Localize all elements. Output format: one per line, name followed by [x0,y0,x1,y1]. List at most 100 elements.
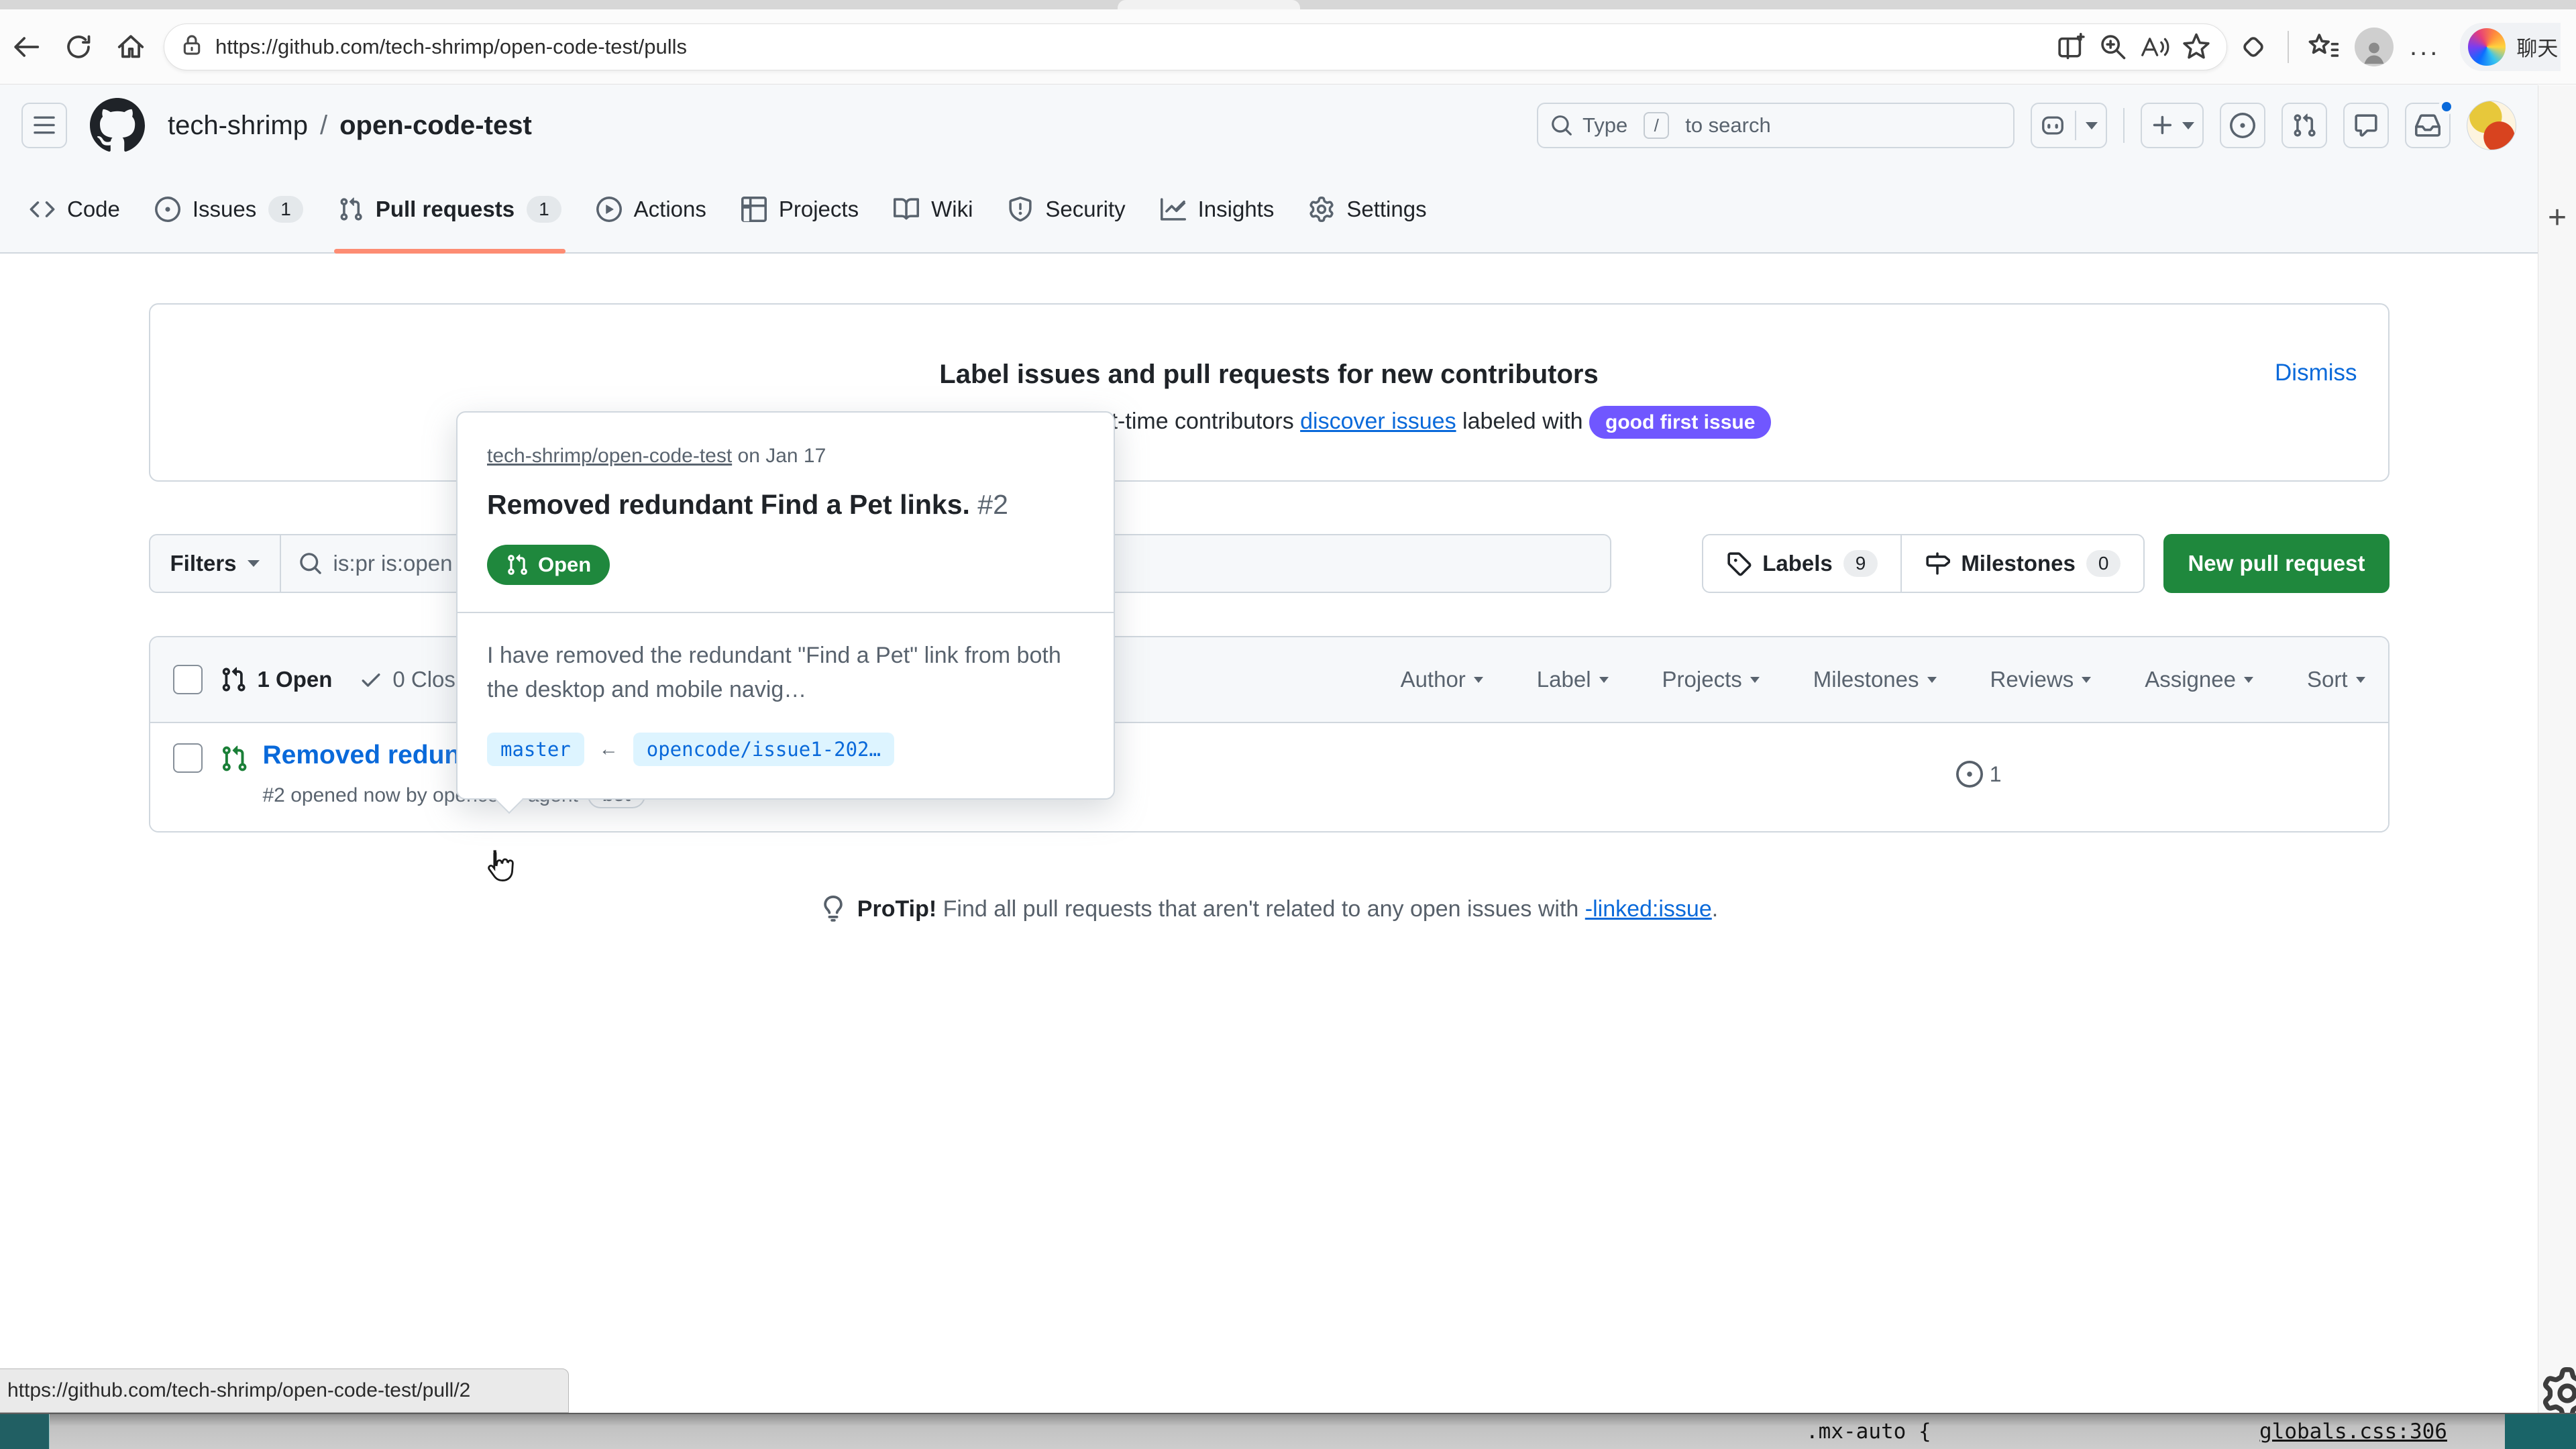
git-pull-request-icon [338,197,364,222]
url-text[interactable]: https://github.com/tech-shrimp/open-code… [215,35,2051,59]
state-label: Open [538,553,591,577]
projects-filter[interactable]: Projects [1662,667,1760,692]
tab-label: Issues [193,197,256,222]
issues-header-button[interactable] [2220,103,2265,148]
head-branch-label[interactable]: opencode/issue1-202… [633,733,894,766]
css-file-reference[interactable]: globals.css:306 [2259,1419,2447,1444]
search-query: is:pr is:open [333,551,453,576]
active-tab-edge[interactable] [1118,0,1300,9]
code-icon [30,197,55,222]
filters-dropdown-button[interactable]: Filters [150,535,281,592]
linked-issue-query-link[interactable]: -linked:issue [1585,896,1712,922]
tab-projects[interactable]: Projects [724,166,876,252]
chevron-down-icon [1750,677,1760,683]
breadcrumb-owner[interactable]: tech-shrimp [168,111,308,141]
tab-code[interactable]: Code [12,166,138,252]
search-input[interactable]: Type / to search [1537,103,2015,148]
labels-count: 9 [1843,550,1878,577]
milestones-label: Milestones [1961,551,2076,576]
browser-profile-avatar[interactable] [2355,28,2394,66]
label-filter[interactable]: Label [1537,667,1609,692]
browser-menu-icon[interactable]: ... [2399,32,2451,62]
extensions-icon[interactable] [2227,21,2279,73]
reviews-filter[interactable]: Reviews [1990,667,2092,692]
tab-security[interactable]: Security [990,166,1142,252]
linked-issue-count[interactable]: 1 [1956,761,2002,788]
copilot-github-icon [2040,113,2065,138]
split-screen-icon[interactable] [2051,26,2092,68]
sort-filter[interactable]: Sort [2307,667,2365,692]
milestone-icon [1925,551,1950,576]
copilot-button[interactable]: 聊天 [2460,23,2561,71]
browser-chrome: https://github.com/tech-shrimp/open-code… [0,0,2576,85]
tab-label: Projects [779,197,859,222]
copilot-menu-button[interactable] [2031,103,2107,148]
labels-button[interactable]: Labels 9 [1703,535,1900,592]
tab-wiki[interactable]: Wiki [876,166,990,252]
shield-icon [1008,197,1033,222]
hamburger-button[interactable] [21,103,67,148]
plus-icon [2150,113,2176,138]
issue-opened-icon [1956,761,1983,788]
sidebar-gear-icon[interactable] [2541,1367,2576,1419]
collections-icon[interactable] [2297,21,2349,73]
row-checkbox[interactable] [173,743,203,773]
create-new-button[interactable] [2141,103,2204,148]
search-icon [299,551,323,576]
github-logo[interactable] [90,98,145,153]
tab-insights[interactable]: Insights [1143,166,1292,252]
read-aloud-icon[interactable] [2134,26,2176,68]
git-pull-request-open-icon [220,745,248,773]
chevron-down-icon [1474,677,1483,683]
good-first-issue-badge[interactable]: good first issue [1589,406,1771,439]
select-all-checkbox[interactable] [173,665,203,694]
background-window-bar: .mx-auto { globals.css:306 [0,1413,2576,1449]
base-branch-label[interactable]: master [487,733,584,766]
assignee-filter[interactable]: Assignee [2145,667,2253,692]
home-button[interactable] [105,21,157,73]
author-filter[interactable]: Author [1401,667,1483,692]
link-status-tooltip: https://github.com/tech-shrimp/open-code… [0,1368,569,1413]
chevron-down-icon [2182,122,2194,129]
pull-requests-header-button[interactable] [2282,103,2327,148]
tab-label: Actions [634,197,706,222]
graph-icon [1161,197,1186,222]
issue-opened-icon [2230,113,2255,138]
tab-pull-requests[interactable]: Pull requests1 [321,166,579,252]
hovercard-title-text[interactable]: Removed redundant Find a Pet links. [487,489,970,520]
dismiss-link[interactable]: Dismiss [2275,360,2357,386]
milestones-filter[interactable]: Milestones [1813,667,1937,692]
hovercard-repo-link[interactable]: tech-shrimp/open-code-test [487,445,732,467]
toolbar-right: ... 聊天 [2227,21,2561,73]
discover-issues-link[interactable]: discover issues [1300,409,1456,434]
copilot-label: 聊天 [2516,32,2558,62]
linked-count: 1 [1990,762,2002,787]
tab-issues[interactable]: Issues1 [138,166,321,252]
chevron-down-icon [2356,677,2365,683]
project-icon [741,197,767,222]
milestones-button[interactable]: Milestones 0 [1900,535,2143,592]
user-avatar[interactable] [2467,101,2516,150]
add-sidebar-item-icon[interactable]: + [2548,199,2567,236]
tab-settings[interactable]: Settings [1291,166,1444,252]
chevron-down-icon [2244,677,2253,683]
refresh-button[interactable] [52,21,105,73]
discussions-header-button[interactable] [2343,103,2389,148]
comment-icon [2353,113,2379,138]
favorite-star-icon[interactable] [2176,26,2217,68]
light-bulb-icon [820,896,847,922]
bottombar-left-block [0,1414,50,1449]
open-count-link[interactable]: 1 Open [258,667,333,692]
tab-actions[interactable]: Actions [579,166,724,252]
breadcrumb-repo[interactable]: open-code-test [339,111,532,141]
tab-label: Settings [1346,197,1426,222]
breadcrumb: tech-shrimp / open-code-test [168,111,532,141]
open-state-badge: Open [487,545,610,585]
hovercard-title: Removed redundant Find a Pet links. #2 [487,489,1084,521]
back-button[interactable] [0,21,52,73]
address-bar[interactable]: https://github.com/tech-shrimp/open-code… [164,23,2227,70]
notifications-button[interactable] [2405,103,2451,148]
zoom-icon[interactable] [2092,26,2134,68]
filter-actions: Labels 9 Milestones 0 New pull request [1702,534,2389,593]
new-pull-request-button[interactable]: New pull request [2163,534,2389,593]
